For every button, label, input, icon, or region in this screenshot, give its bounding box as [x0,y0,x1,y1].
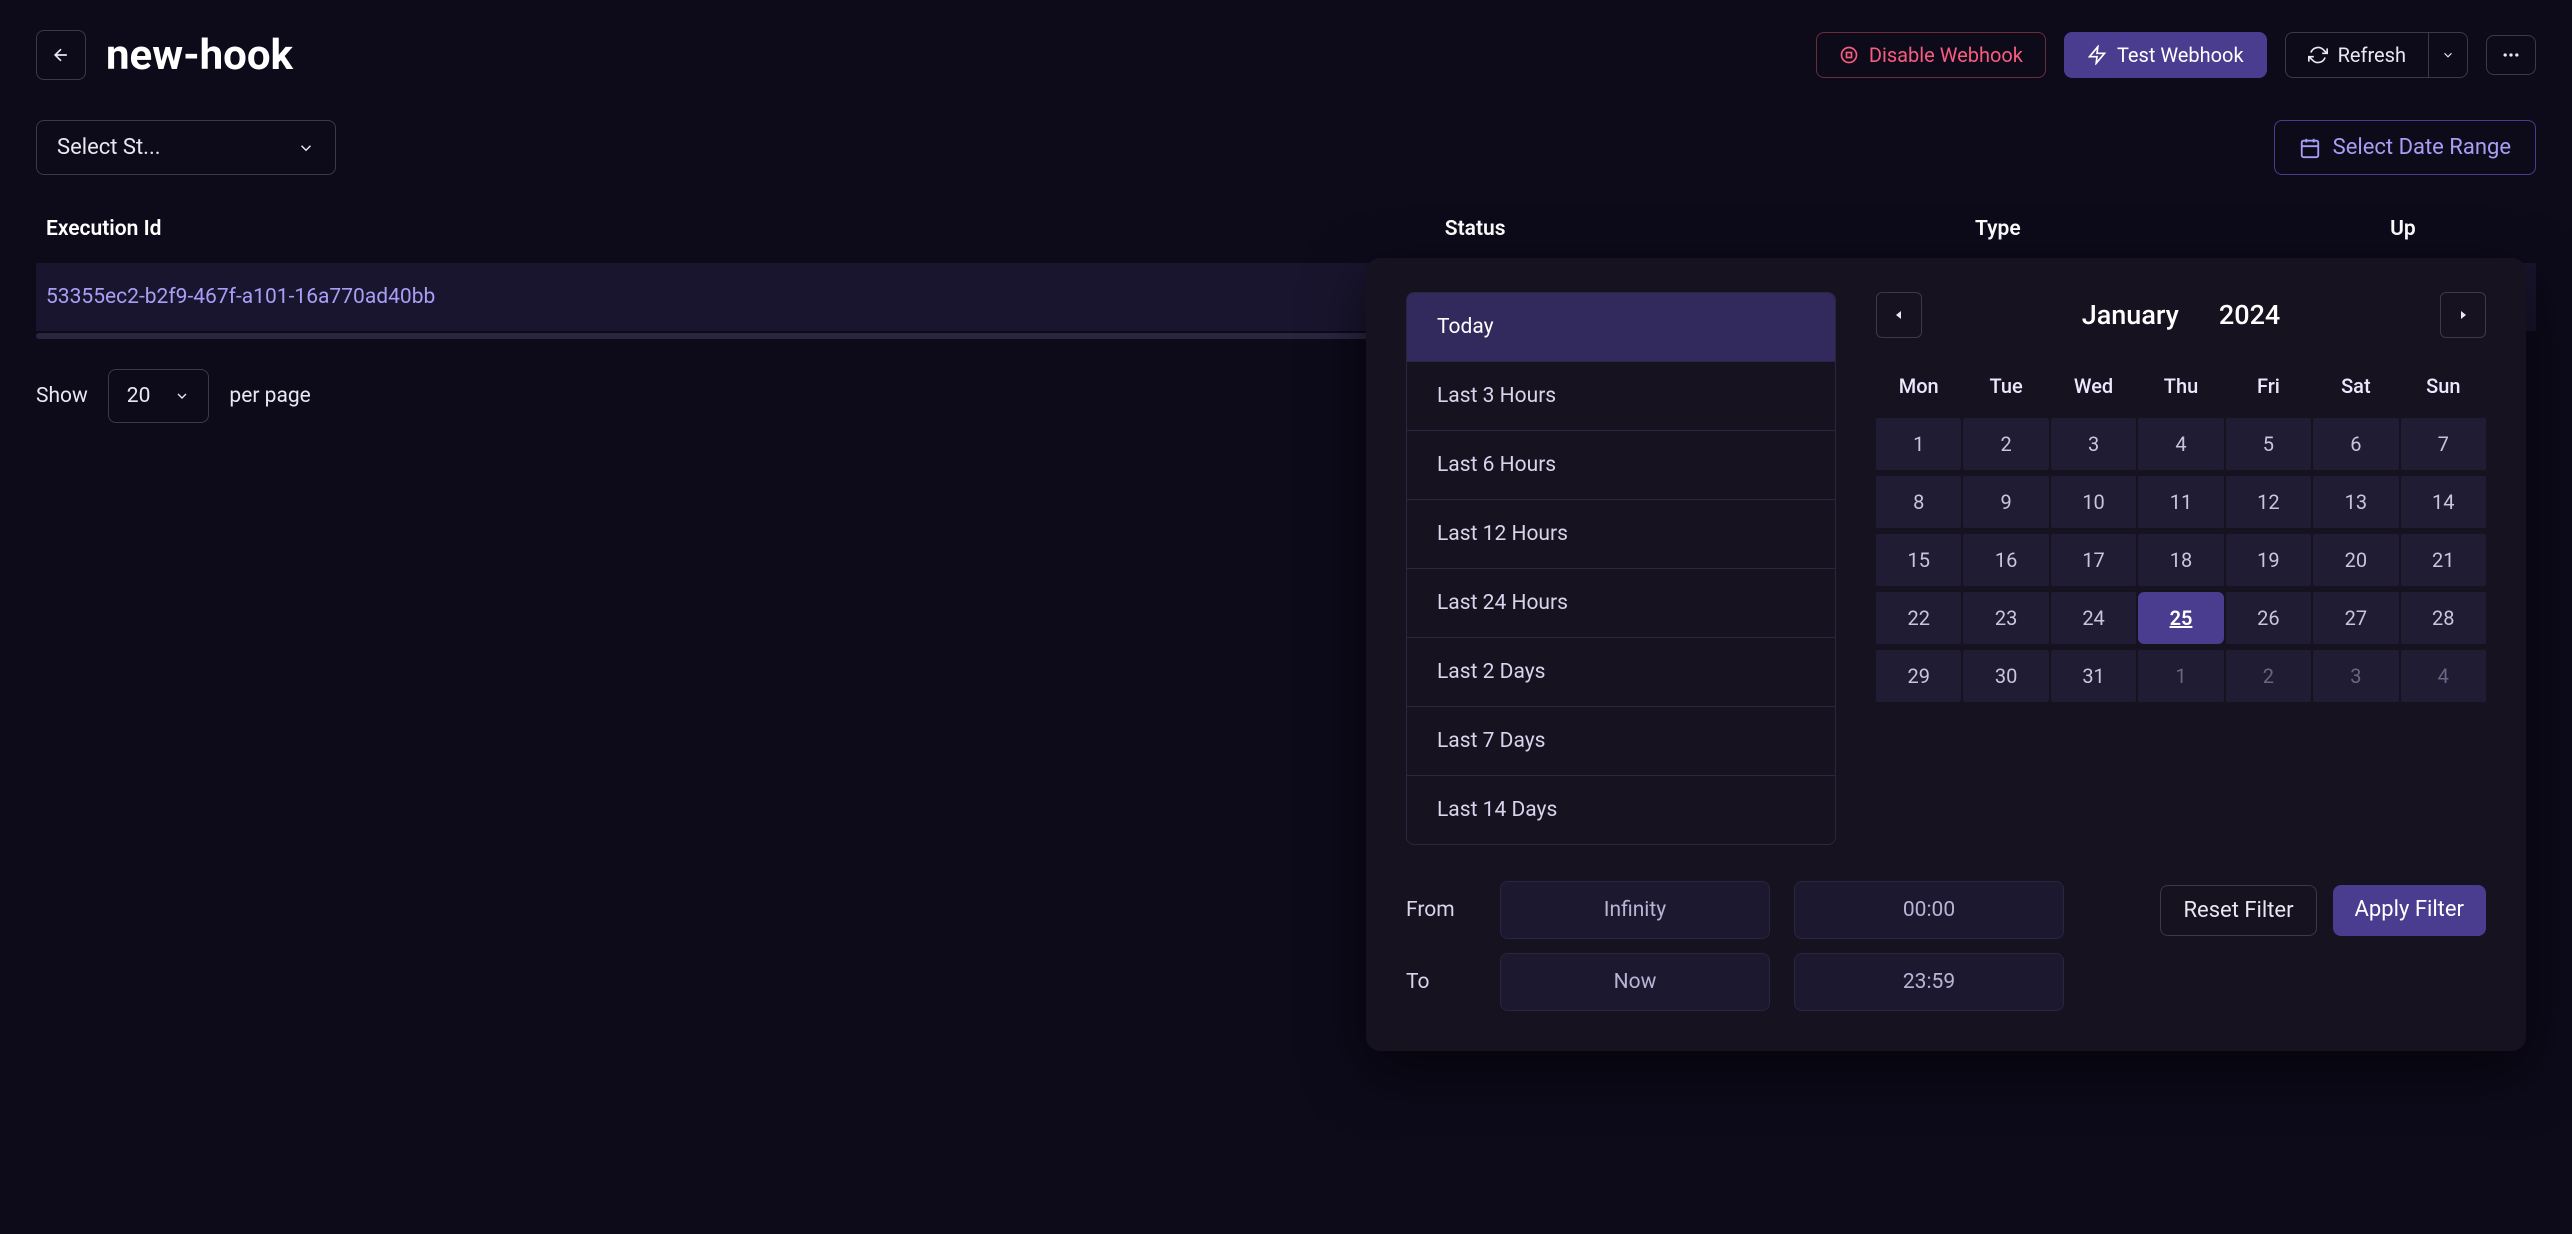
calendar-dow: Mon [1876,364,1961,412]
col-status: Status [1435,195,1965,263]
test-webhook-label: Test Webhook [2117,43,2244,67]
chevron-down-icon [297,139,315,157]
calendar-day[interactable]: 2 [2226,650,2311,702]
calendar-dow: Sun [2401,364,2486,412]
preset-item[interactable]: Last 2 Days [1407,638,1835,707]
calendar-day[interactable]: 15 [1876,534,1961,586]
status-select-value: Select St... [57,135,267,160]
preset-item[interactable]: Last 24 Hours [1407,569,1835,638]
calendar-day[interactable]: 18 [2138,534,2223,586]
zap-icon [2087,45,2107,65]
execution-id-link[interactable]: 53355ec2-b2f9-467f-a101-16a770ad40bb [46,285,435,309]
calendar-day[interactable]: 29 [1876,650,1961,702]
from-time-input[interactable]: 00:00 [1794,881,2064,939]
calendar-dow: Wed [2051,364,2136,412]
back-button[interactable] [36,30,86,80]
next-month-button[interactable] [2440,292,2486,338]
more-actions-button[interactable] [2486,35,2536,75]
calendar-day[interactable]: 6 [2313,418,2398,470]
calendar-day[interactable]: 2 [1963,418,2048,470]
preset-list: TodayLast 3 HoursLast 6 HoursLast 12 Hou… [1406,292,1836,845]
calendar-year: 2024 [2219,299,2280,331]
select-date-range-button[interactable]: Select Date Range [2274,120,2536,175]
calendar-day[interactable]: 12 [2226,476,2311,528]
to-date-input[interactable]: Now [1500,953,1770,1011]
refresh-dropdown-toggle[interactable] [2428,32,2468,78]
from-date-input[interactable]: Infinity [1500,881,1770,939]
calendar-day[interactable]: 26 [2226,592,2311,644]
calendar-day[interactable]: 1 [1876,418,1961,470]
calendar-day[interactable]: 21 [2401,534,2486,586]
calendar-day[interactable]: 16 [1963,534,2048,586]
calendar-day[interactable]: 1 [2138,650,2223,702]
triangle-left-icon [1893,309,1905,321]
calendar-day[interactable]: 19 [2226,534,2311,586]
calendar-day[interactable]: 25 [2138,592,2223,644]
to-label: To [1406,970,1476,994]
calendar-day[interactable]: 23 [1963,592,2048,644]
stop-circle-icon [1839,45,1859,65]
calendar-day[interactable]: 31 [2051,650,2136,702]
preset-item[interactable]: Last 3 Hours [1407,362,1835,431]
reset-filter-button[interactable]: Reset Filter [2160,885,2316,936]
refresh-label: Refresh [2338,43,2406,67]
calendar-day[interactable]: 8 [1876,476,1961,528]
triangle-right-icon [2457,309,2469,321]
calendar-month: January [2082,299,2179,331]
calendar-day[interactable]: 28 [2401,592,2486,644]
show-label: Show [36,384,88,408]
calendar-day[interactable]: 5 [2226,418,2311,470]
test-webhook-button[interactable]: Test Webhook [2064,32,2267,78]
preset-item[interactable]: Last 7 Days [1407,707,1835,776]
select-date-range-label: Select Date Range [2333,135,2511,160]
status-select[interactable]: Select St... [36,120,336,175]
table-header-row: Execution Id Status Type Up [36,195,2536,263]
refresh-icon [2308,45,2328,65]
page-size-value: 20 [127,384,151,408]
disable-webhook-button[interactable]: Disable Webhook [1816,32,2046,78]
col-type: Type [1965,195,2380,263]
preset-item[interactable]: Last 6 Hours [1407,431,1835,500]
to-time-input[interactable]: 23:59 [1794,953,2064,1011]
per-page-label: per page [229,384,310,408]
arrow-left-icon [51,45,71,65]
calendar-day[interactable]: 7 [2401,418,2486,470]
calendar-dow: Fri [2226,364,2311,412]
calendar-day[interactable]: 20 [2313,534,2398,586]
preset-item[interactable]: Today [1407,293,1835,362]
calendar-day[interactable]: 24 [2051,592,2136,644]
page-size-select[interactable]: 20 [108,369,210,423]
calendar-day[interactable]: 13 [2313,476,2398,528]
col-execution-id: Execution Id [36,195,1435,263]
page-title: new-hook [106,31,293,80]
calendar-day[interactable]: 30 [1963,650,2048,702]
calendar-dow: Tue [1963,364,2048,412]
calendar-icon [2299,137,2321,159]
calendar-day[interactable]: 27 [2313,592,2398,644]
more-horizontal-icon [2501,45,2521,65]
calendar-dow: Thu [2138,364,2223,412]
preset-item[interactable]: Last 14 Days [1407,776,1835,844]
calendar-day[interactable]: 11 [2138,476,2223,528]
chevron-down-icon [174,388,190,404]
calendar-day[interactable]: 22 [1876,592,1961,644]
disable-webhook-label: Disable Webhook [1869,43,2023,67]
calendar-day[interactable]: 17 [2051,534,2136,586]
calendar-dow: Sat [2313,364,2398,412]
preset-item[interactable]: Last 12 Hours [1407,500,1835,569]
col-up: Up [2380,195,2536,263]
calendar-day[interactable]: 9 [1963,476,2048,528]
calendar-day[interactable]: 3 [2313,650,2398,702]
apply-filter-button[interactable]: Apply Filter [2333,885,2486,936]
chevron-down-icon [2441,48,2455,62]
calendar-day[interactable]: 10 [2051,476,2136,528]
from-label: From [1406,898,1476,922]
date-range-popover: TodayLast 3 HoursLast 6 HoursLast 12 Hou… [1366,258,2526,1051]
calendar-day[interactable]: 3 [2051,418,2136,470]
prev-month-button[interactable] [1876,292,1922,338]
calendar-day[interactable]: 4 [2138,418,2223,470]
calendar-day[interactable]: 4 [2401,650,2486,702]
refresh-button[interactable]: Refresh [2285,32,2428,78]
calendar-day[interactable]: 14 [2401,476,2486,528]
